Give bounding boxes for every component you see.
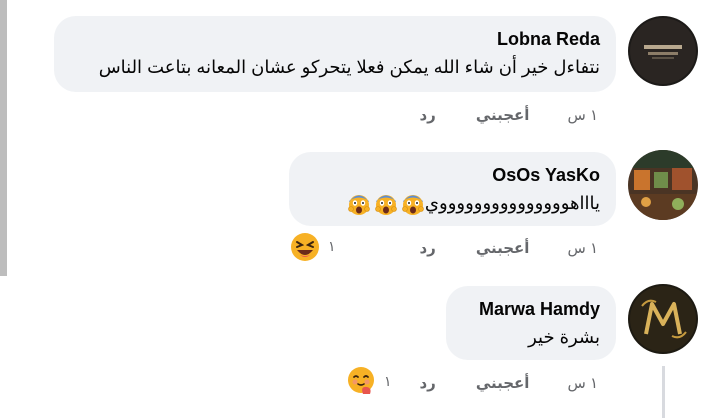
reply-button[interactable]: رد [419,106,435,124]
avatar-marwa-hamdy[interactable] [628,284,698,354]
comment-time[interactable]: ١ س [567,106,598,124]
reaction-count[interactable]: ١ [384,373,392,390]
reply-button[interactable]: رد [419,239,435,257]
laughing-face-emoji-icon[interactable] [290,232,320,262]
avatar-osos-yasko[interactable] [628,150,698,220]
screaming-face-emoji-icon [374,192,398,216]
comment-time[interactable]: ١ س [567,239,598,257]
comment-author[interactable]: Marwa Hamdy [462,298,600,320]
reaction-count[interactable]: ١ [328,238,336,255]
comment-time[interactable]: ١ س [567,374,598,392]
comment-author[interactable]: OsOs YasKo [305,164,600,186]
gold-m-monogram-icon [628,284,698,354]
comment-text: نتفاءل خير أن شاء الله يمكن فعلا يتحركو … [98,57,600,77]
comment-body: ياااهوووووووووووووووي [424,193,600,213]
screaming-face-emoji-icon [401,192,425,216]
comment-actions: ١ س أعجبني رد [419,102,598,128]
comment-text: ياااهوووووووووووووووي [305,190,600,216]
reply-thread-line [662,366,665,418]
comment-text: بشرة خير [528,327,600,347]
left-thread-bar [0,0,7,276]
like-button[interactable]: أعجبني [476,106,530,124]
dark-avatar-icon [628,16,698,86]
comment-actions: ١ س أعجبني رد [419,235,598,261]
comment-bubble: OsOs YasKo ياااهوووووووووووووووي [289,152,616,226]
comment-bubble: Lobna Reda نتفاءل خير أن شاء الله يمكن ف… [54,16,616,92]
hugging-face-emoji-icon[interactable] [346,366,376,396]
like-button[interactable]: أعجبني [476,239,530,257]
cafe-interior-icon [628,150,698,220]
like-button[interactable]: أعجبني [476,374,530,392]
comment-bubble: Marwa Hamdy بشرة خير [446,286,616,360]
screaming-face-emoji-icon [347,192,371,216]
comment-actions: ١ س أعجبني رد [419,370,598,396]
comment-author[interactable]: Lobna Reda [70,28,600,50]
reply-button[interactable]: رد [419,374,435,392]
avatar-lobna-reda[interactable] [628,16,698,86]
